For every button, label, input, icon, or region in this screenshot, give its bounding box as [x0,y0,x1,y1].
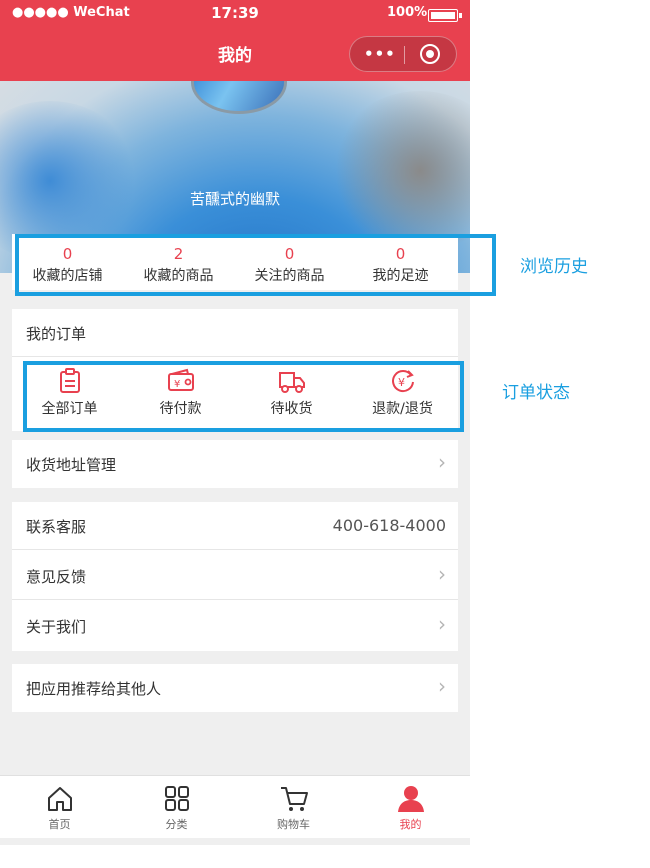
orders-header: 我的订单 [26,325,87,343]
order-status-highlight-box [23,361,464,432]
user-icon [397,786,424,812]
battery-percent: 100% [387,5,428,20]
avatar[interactable] [191,81,287,114]
chevron-right-icon: › [438,612,446,636]
close-miniprogram-icon[interactable] [420,44,440,64]
home-icon [47,787,72,811]
miniprogram-capsule: ••• [349,36,457,72]
chevron-right-icon: › [438,450,446,474]
cart-icon [280,787,308,811]
address-management-row[interactable]: 收货地址管理 › [12,440,458,488]
tab-label: 购物车 [277,818,310,831]
status-bar: ●●●●● WeChat 17:39 100% [0,0,470,28]
feedback-row[interactable]: 意见反馈 › [12,552,458,600]
my-orders-row[interactable]: 我的订单 [12,309,458,357]
tab-me[interactable]: 我的 [352,776,469,832]
tab-label: 首页 [48,818,71,831]
battery-icon [428,9,462,22]
service-phone[interactable]: 400-618-4000 [333,516,446,535]
more-menu-button[interactable]: ••• [364,45,396,63]
address-label: 收货地址管理 [26,456,117,474]
recommend-card: 把应用推荐给其他人 › [12,664,458,712]
category-grid-icon [164,786,189,811]
support-card: 联系客服 400-618-4000 意见反馈 › 关于我们 › [12,502,458,651]
customer-service-label: 联系客服 [26,518,87,536]
feedback-label: 意见反馈 [26,568,87,586]
tab-label: 我的 [399,818,422,831]
bottom-tab-bar: 首页 分类 购物车 我的 [0,775,470,838]
address-card: 收货地址管理 › [12,440,458,488]
tab-label: 分类 [165,818,188,831]
tab-home[interactable]: 首页 [1,776,118,832]
order-status-annotation: 订单状态 [502,383,570,403]
customer-service-row[interactable]: 联系客服 400-618-4000 [12,502,458,550]
recommend-app-row[interactable]: 把应用推荐给其他人 › [12,664,458,712]
chevron-right-icon: › [438,674,446,698]
history-annotation: 浏览历史 [520,257,588,277]
tab-category[interactable]: 分类 [118,776,235,832]
about-us-row[interactable]: 关于我们 › [12,602,458,650]
navigation-bar: ●●●●● WeChat 17:39 100% 我的 ••• [0,0,470,81]
chevron-right-icon: › [438,562,446,586]
recommend-label: 把应用推荐给其他人 [26,680,162,698]
tab-cart[interactable]: 购物车 [235,776,352,832]
history-highlight-box [15,234,496,296]
about-label: 关于我们 [26,618,87,636]
nickname: 苦醺式的幽默 [189,190,280,208]
